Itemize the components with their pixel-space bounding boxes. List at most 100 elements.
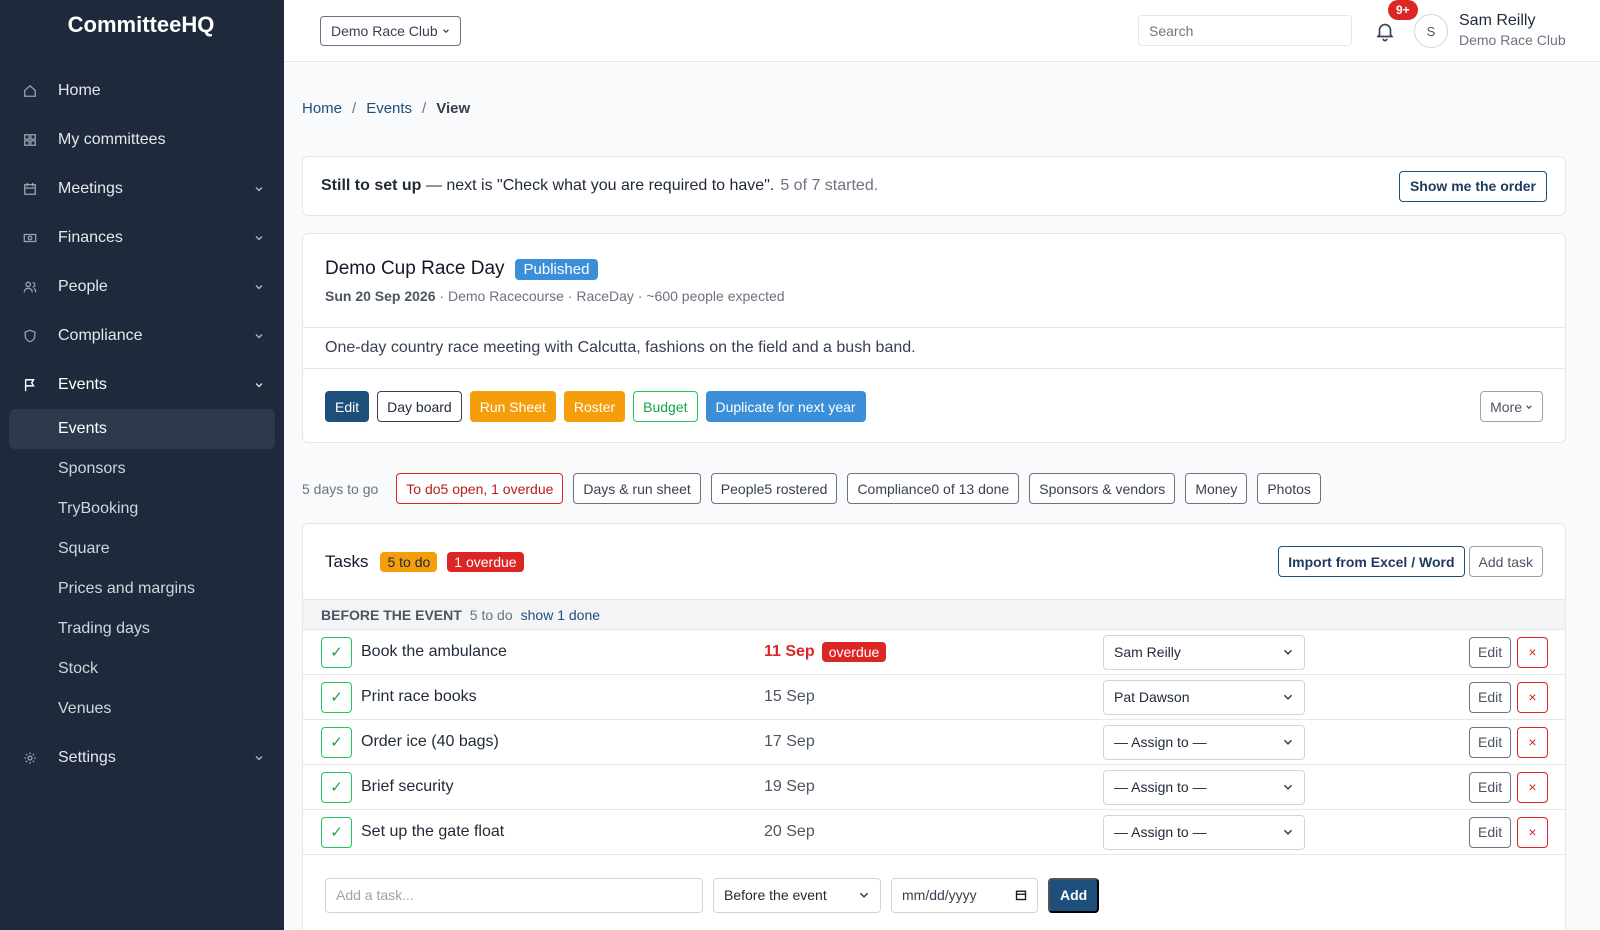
tab-sponsors-vendors[interactable]: Sponsors & vendors	[1029, 473, 1176, 504]
topbar: Demo Race Club 9+ S Sam Reilly Demo Race…	[284, 0, 1600, 62]
sidebar-item-people[interactable]: People	[0, 262, 284, 311]
sidebar: CommitteeHQ Home My committees Meetings	[0, 0, 284, 930]
show-order-button[interactable]: Show me the order	[1398, 170, 1547, 202]
breadcrumb-current: View	[436, 100, 471, 117]
submenu-item-square[interactable]: Square	[0, 529, 284, 569]
assignee-select[interactable]: — Assign to —	[1103, 769, 1305, 805]
tab-value: 5 open, 1 overdue	[440, 480, 554, 497]
brand-logo[interactable]: CommitteeHQ	[0, 0, 284, 50]
assignee-select[interactable]: — Assign to —	[1103, 724, 1305, 760]
event-description: One-day country race meeting with Calcut…	[303, 328, 1565, 369]
edit-task-button[interactable]: Edit	[1469, 636, 1512, 668]
check-icon: ✓	[330, 689, 343, 706]
assignee-value: Pat Dawson	[1114, 689, 1190, 705]
edit-task-button[interactable]: Edit	[1469, 771, 1512, 803]
submenu-item-prices-and-margins[interactable]: Prices and margins	[0, 569, 284, 609]
submenu-item-events[interactable]: Events	[9, 409, 275, 449]
breadcrumb-separator: /	[352, 100, 357, 117]
more-button[interactable]: More	[1480, 391, 1543, 422]
due-date-placeholder: mm/dd/yyyy	[902, 887, 977, 903]
budget-button[interactable]: Budget	[633, 391, 698, 422]
sidebar-item-my-committees[interactable]: My committees	[0, 115, 284, 164]
sidebar-item-settings[interactable]: Settings	[0, 733, 284, 782]
complete-checkbox[interactable]: ✓	[321, 726, 352, 758]
assignee-select[interactable]: — Assign to —	[1103, 814, 1305, 850]
check-icon: ✓	[330, 779, 343, 796]
sidebar-item-meetings[interactable]: Meetings	[0, 164, 284, 213]
section-header: BEFORE THE EVENT 5 to do show 1 done	[303, 600, 1565, 630]
chevron-down-icon	[255, 382, 263, 388]
tasks-header: Tasks 5 to do 1 overdue Import from Exce…	[303, 524, 1565, 600]
chevron-down-icon	[255, 284, 263, 290]
task-due-date: 15 Sep	[764, 688, 815, 705]
submenu-item-venues[interactable]: Venues	[0, 689, 284, 729]
breadcrumb-separator: /	[422, 100, 427, 117]
delete-task-button[interactable]: ×	[1517, 681, 1548, 713]
chevron-down-icon	[859, 892, 869, 898]
submenu-item-trading-days[interactable]: Trading days	[0, 609, 284, 649]
add-submit-button[interactable]: Add	[1048, 877, 1100, 913]
assignee-select[interactable]: Sam Reilly	[1103, 634, 1305, 670]
phase-select[interactable]: Before the event	[713, 877, 881, 913]
tab-people[interactable]: People 5 rostered	[710, 473, 838, 504]
setup-progress: 5 of 7 started.	[780, 177, 879, 194]
edit-task-button[interactable]: Edit	[1469, 681, 1512, 713]
check-icon: ✓	[330, 824, 343, 841]
run-sheet-button[interactable]: Run Sheet	[469, 391, 556, 422]
event-meta-details: · Demo Racecourse · RaceDay · ~600 peopl…	[435, 288, 785, 304]
task-name[interactable]: Book the ambulance	[361, 643, 507, 661]
complete-checkbox[interactable]: ✓	[321, 681, 352, 713]
breadcrumb-home[interactable]: Home	[302, 100, 342, 117]
club-select[interactable]: Demo Race Club	[320, 16, 461, 46]
tab-days-run-sheet[interactable]: Days & run sheet	[573, 473, 701, 504]
roster-button[interactable]: Roster	[563, 391, 626, 422]
tab-to-do[interactable]: To do 5 open, 1 overdue	[396, 473, 564, 504]
import-button[interactable]: Import from Excel / Word	[1278, 546, 1465, 577]
edit-task-button[interactable]: Edit	[1469, 816, 1512, 848]
edit-task-button[interactable]: Edit	[1469, 726, 1512, 758]
day-board-button[interactable]: Day board	[377, 391, 462, 422]
sidebar-item-finances[interactable]: Finances	[0, 213, 284, 262]
sidebar-item-events[interactable]: Events	[0, 360, 284, 409]
task-name[interactable]: Print race books	[361, 688, 477, 706]
complete-checkbox[interactable]: ✓	[321, 636, 352, 668]
bell-icon[interactable]	[1374, 20, 1396, 42]
user-club: Demo Race Club	[1459, 32, 1566, 48]
delete-task-button[interactable]: ×	[1517, 726, 1548, 758]
assignee-select[interactable]: Pat Dawson	[1103, 679, 1305, 715]
sidebar-item-home[interactable]: Home	[0, 66, 284, 115]
submenu-item-trybooking[interactable]: TryBooking	[0, 489, 284, 529]
add-task-button[interactable]: Add task	[1468, 546, 1543, 577]
submenu-item-sponsors[interactable]: Sponsors	[0, 449, 284, 489]
search-input[interactable]	[1138, 15, 1352, 46]
task-name[interactable]: Brief security	[361, 778, 453, 796]
tasks-title: Tasks	[325, 551, 369, 571]
tab-value: 0 of 13 done	[931, 480, 1010, 497]
breadcrumb-events[interactable]: Events	[366, 100, 412, 117]
event-actions: Edit Day board Run Sheet Roster Budget D…	[303, 369, 1565, 444]
tab-money[interactable]: Money	[1185, 473, 1248, 504]
avatar[interactable]: S	[1414, 14, 1448, 48]
due-date-input[interactable]: mm/dd/yyyy	[891, 877, 1038, 913]
task-name[interactable]: Order ice (40 bags)	[361, 733, 499, 751]
home-icon	[22, 83, 38, 99]
complete-checkbox[interactable]: ✓	[321, 771, 352, 803]
sidebar-item-compliance[interactable]: Compliance	[0, 311, 284, 360]
sidebar-nav: Home My committees Meetings Finances Peo…	[0, 66, 284, 782]
new-task-input[interactable]: Add a task...	[325, 877, 703, 913]
tab-compliance[interactable]: Compliance 0 of 13 done	[847, 473, 1020, 504]
delete-task-button[interactable]: ×	[1517, 771, 1548, 803]
edit-event-button[interactable]: Edit	[325, 391, 370, 422]
duplicate-button[interactable]: Duplicate for next year	[705, 391, 866, 422]
show-done-link[interactable]: show 1 done	[521, 607, 600, 623]
user-menu[interactable]: Sam Reilly Demo Race Club	[1459, 12, 1566, 48]
submenu-item-stock[interactable]: Stock	[0, 649, 284, 689]
more-label: More	[1490, 398, 1522, 415]
tab-photos[interactable]: Photos	[1257, 473, 1321, 504]
delete-task-button[interactable]: ×	[1517, 636, 1548, 668]
task-due-date: 17 Sep	[764, 733, 815, 750]
complete-checkbox[interactable]: ✓	[321, 816, 352, 848]
task-name[interactable]: Set up the gate float	[361, 823, 504, 841]
delete-task-button[interactable]: ×	[1517, 816, 1548, 848]
sidebar-item-label: People	[58, 277, 108, 295]
